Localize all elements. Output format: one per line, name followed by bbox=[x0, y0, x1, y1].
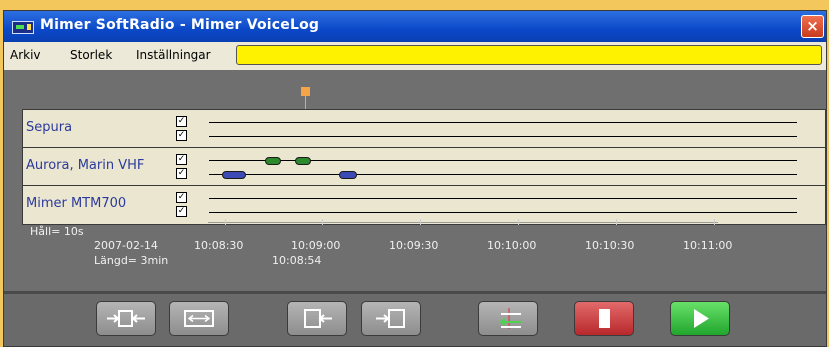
zoom-in-button[interactable] bbox=[96, 301, 156, 336]
recording-segment[interactable] bbox=[295, 157, 311, 165]
length-label: Längd= 3min bbox=[94, 254, 169, 267]
tick-label: 10:09:00 bbox=[291, 239, 341, 252]
recording-segment[interactable] bbox=[339, 171, 357, 179]
axis-tick bbox=[225, 219, 226, 225]
track-mimer-mtm700[interactable]: Mimer MTM700 ✓ ✓ bbox=[22, 185, 826, 225]
step-forward-button[interactable] bbox=[361, 301, 421, 336]
axis-tick bbox=[518, 219, 519, 225]
time-axis: Håll= 10s 2007-02-14 Längd= 3min 10:08:5… bbox=[22, 219, 824, 269]
axis-tick bbox=[420, 219, 421, 225]
tick-label: 10:08:30 bbox=[194, 239, 244, 252]
tick-label: 10:10:30 bbox=[585, 239, 635, 252]
zoom-out-button[interactable] bbox=[169, 301, 229, 336]
radio-app-icon bbox=[12, 21, 34, 34]
recording-segment[interactable] bbox=[222, 171, 246, 179]
channel-line bbox=[209, 136, 797, 137]
axis-tick bbox=[322, 219, 323, 225]
cursor-time-label: 10:08:54 bbox=[272, 254, 322, 267]
channel-line bbox=[209, 174, 797, 175]
stop-button[interactable] bbox=[574, 301, 634, 336]
close-button[interactable]: × bbox=[801, 15, 824, 38]
zoom-in-icon bbox=[107, 310, 145, 327]
track-name: Sepura bbox=[26, 120, 73, 135]
axis-line bbox=[208, 222, 718, 223]
step-back-icon bbox=[304, 309, 332, 328]
tick-label: 10:11:00 bbox=[683, 239, 733, 252]
track-sepura[interactable]: Sepura ✓ ✓ bbox=[22, 109, 826, 149]
title-bar: Mimer SoftRadio - Mimer VoiceLog × bbox=[4, 11, 826, 42]
date-label: 2007-02-14 bbox=[94, 239, 158, 252]
swap-icon bbox=[499, 308, 521, 329]
status-bar bbox=[236, 45, 822, 65]
tick-label: 10:09:30 bbox=[389, 239, 439, 252]
play-button[interactable] bbox=[670, 301, 730, 336]
track-aurora-marin-vhf[interactable]: Aurora, Marin VHF ✓ ✓ bbox=[22, 147, 826, 187]
channel-line bbox=[209, 198, 797, 199]
tick-label: 10:10:00 bbox=[487, 239, 537, 252]
track-checkbox-2[interactable]: ✓ bbox=[176, 206, 187, 217]
zoom-out-icon bbox=[184, 310, 214, 327]
track-checkbox-1[interactable]: ✓ bbox=[176, 116, 187, 127]
menu-installningar[interactable]: Inställningar bbox=[136, 48, 211, 62]
channel-line bbox=[209, 122, 797, 123]
hold-label: Håll= 10s bbox=[30, 225, 84, 238]
playback-toolbar bbox=[4, 294, 826, 346]
main-window: Mimer SoftRadio - Mimer VoiceLog × Arkiv… bbox=[3, 10, 827, 347]
recording-segment[interactable] bbox=[265, 157, 281, 165]
track-name: Aurora, Marin VHF bbox=[26, 158, 145, 173]
axis-tick bbox=[714, 219, 715, 225]
menu-bar: Arkiv Storlek Inställningar bbox=[4, 42, 826, 70]
track-checkbox-1[interactable]: ✓ bbox=[176, 192, 187, 203]
log-panel: Sepura ✓ ✓ Aurora, Marin VHF ✓ ✓ Mimer M… bbox=[4, 70, 826, 294]
track-checkbox-2[interactable]: ✓ bbox=[176, 168, 187, 179]
menu-storlek[interactable]: Storlek bbox=[70, 48, 112, 62]
menu-arkiv[interactable]: Arkiv bbox=[10, 48, 41, 62]
track-checkbox-2[interactable]: ✓ bbox=[176, 130, 187, 141]
channel-line bbox=[209, 212, 797, 213]
track-checkbox-1[interactable]: ✓ bbox=[176, 154, 187, 165]
stop-icon bbox=[599, 309, 610, 328]
playhead-handle[interactable] bbox=[301, 87, 310, 96]
window-title: Mimer SoftRadio - Mimer VoiceLog bbox=[40, 17, 320, 33]
swap-button[interactable] bbox=[478, 301, 538, 336]
step-forward-icon bbox=[376, 309, 405, 328]
track-name: Mimer MTM700 bbox=[26, 196, 127, 211]
play-icon bbox=[694, 309, 709, 328]
step-back-button[interactable] bbox=[287, 301, 347, 336]
axis-tick bbox=[616, 219, 617, 225]
